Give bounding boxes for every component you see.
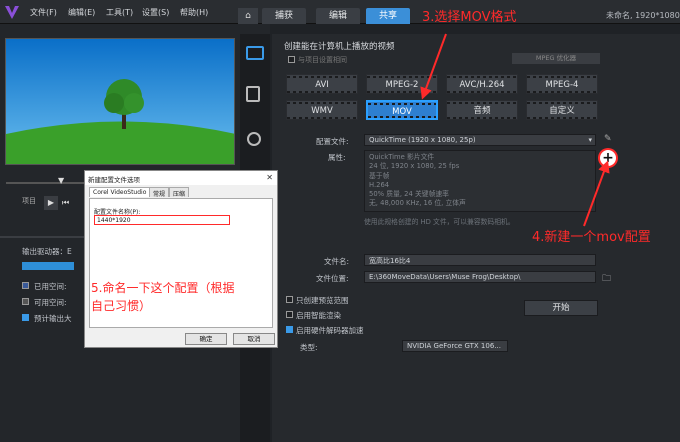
cancel-button[interactable]: 取消 xyxy=(233,333,275,345)
new-profile-dialog: 新建配置文件选项 ✕ Corel VideoStudio 常规 压缩 配置文件名… xyxy=(84,170,278,348)
dialog-title: 新建配置文件选项 xyxy=(85,171,277,185)
dialog-tab-compression[interactable]: 压缩 xyxy=(169,187,190,198)
annotation-step5: 5.命名一下这个配置（根据自己习惯） xyxy=(91,281,235,313)
profile-name-input[interactable]: 1440*1920 xyxy=(94,215,230,225)
dialog-tab-general[interactable]: 常规 xyxy=(149,187,170,198)
ok-button[interactable]: 确定 xyxy=(185,333,227,345)
annotation-step4: 4.新建一个mov配置 xyxy=(532,230,651,245)
dialog-tab-videostudio[interactable]: Corel VideoStudio xyxy=(89,187,151,197)
close-icon[interactable]: ✕ xyxy=(266,173,273,182)
